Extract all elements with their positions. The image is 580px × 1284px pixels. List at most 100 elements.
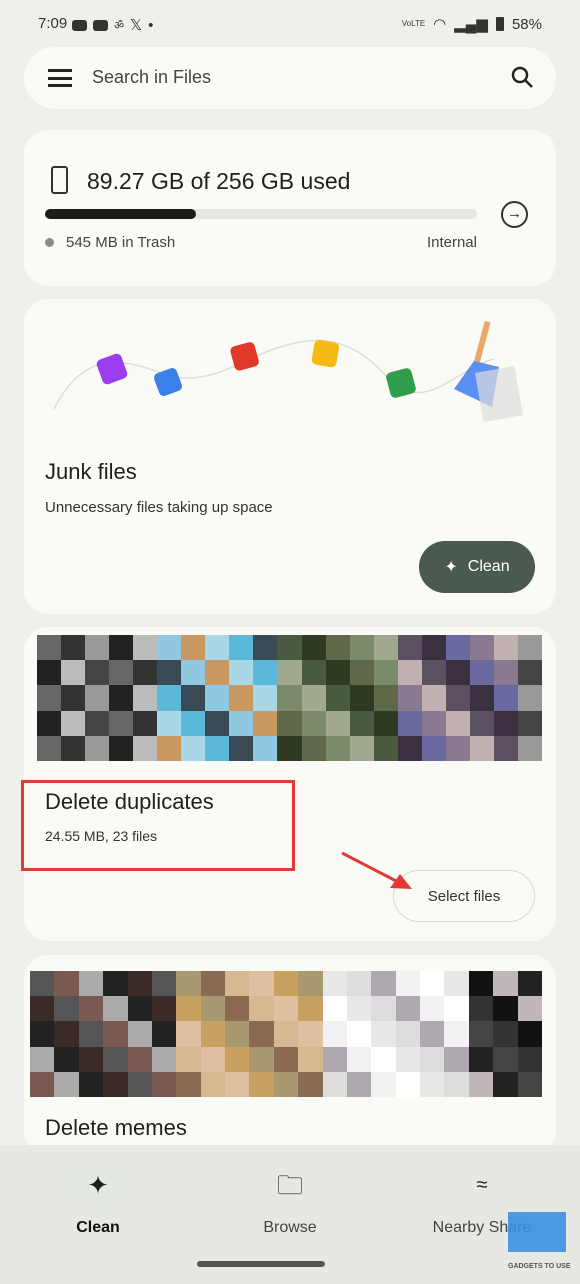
thumbnail-cell	[181, 710, 206, 736]
menu-icon[interactable]	[48, 69, 72, 87]
thumbnail-cell	[253, 685, 278, 711]
thumbnail-cell	[493, 1021, 518, 1047]
thumbnail-cell	[37, 735, 62, 761]
thumbnail-cell	[127, 1021, 152, 1047]
thumbnail-cell	[61, 735, 86, 761]
thumbnail-cell	[493, 660, 518, 686]
battery-percent: 58%	[511, 15, 542, 33]
thumbnail-cell	[78, 971, 104, 997]
thumbnail-cell	[325, 710, 350, 736]
arrow-right-icon[interactable]: →	[501, 201, 528, 228]
thumbnail-cell	[200, 971, 226, 997]
thumbnail-cell	[127, 971, 152, 997]
thumbnail-cell	[200, 1021, 226, 1047]
thumbnail-cell	[273, 1021, 299, 1047]
thumbnail-cell	[444, 1071, 469, 1097]
thumbnail-cell	[229, 635, 254, 661]
thumbnail-cell	[277, 660, 302, 686]
thumbnail-cell	[421, 660, 446, 686]
thumbnail-cell	[301, 735, 326, 761]
thumbnail-cell	[493, 996, 518, 1022]
thumbnail-cell	[468, 1071, 494, 1097]
thumbnail-cell	[346, 1071, 372, 1097]
thumbnail-cell	[37, 635, 62, 661]
thumbnail-cell	[325, 685, 350, 711]
thumbnail-cell	[103, 1021, 128, 1047]
clean-button-label: Clean	[467, 558, 510, 575]
thumbnail-cell	[517, 1021, 542, 1047]
thumbnail-cell	[445, 635, 470, 661]
storage-location: Internal	[426, 234, 477, 251]
thumbnail-cell	[273, 1071, 299, 1097]
thumbnail-cell	[229, 685, 254, 711]
thumbnail-cell	[61, 635, 86, 661]
thumbnail-cell	[253, 635, 278, 661]
thumbnail-cell	[301, 685, 326, 711]
thumbnail-cell	[229, 735, 254, 761]
thumbnail-cell	[181, 660, 206, 686]
thumbnail-cell	[151, 1021, 177, 1047]
thumbnail-cell	[109, 685, 134, 711]
thumbnail-cell	[445, 660, 470, 686]
thumbnail-cell	[517, 710, 542, 736]
thumbnail-cell	[273, 996, 299, 1022]
thumbnail-cell	[444, 996, 469, 1022]
meme-thumbnails[interactable]	[30, 971, 542, 1097]
thumbnail-cell	[493, 1046, 518, 1072]
search-input[interactable]: Search in Files	[92, 67, 211, 88]
thumbnail-cell	[157, 635, 182, 661]
thumbnail-cell	[373, 735, 398, 761]
thumbnail-cell	[397, 685, 422, 711]
thumbnail-cell	[395, 996, 421, 1022]
thumbnail-cell	[30, 1071, 55, 1097]
thumbnail-cell	[322, 996, 347, 1022]
delete-memes-card: Delete memes	[24, 955, 556, 1155]
thumbnail-cell	[301, 635, 326, 661]
thumbnail-cell	[249, 1071, 274, 1097]
thumbnail-cell	[349, 735, 374, 761]
thumbnail-cell	[37, 685, 62, 711]
thumbnail-cell	[420, 1071, 445, 1097]
thumbnail-cell	[229, 710, 254, 736]
thumbnail-cell	[151, 996, 177, 1022]
thumbnail-cell	[322, 1021, 347, 1047]
thumbnail-cell	[517, 685, 542, 711]
thumbnail-cell	[493, 710, 518, 736]
nav-label: Browse	[263, 1219, 317, 1236]
thumbnail-cell	[200, 1046, 226, 1072]
thumbnail-cell	[395, 1046, 421, 1072]
thumbnail-cell	[517, 660, 542, 686]
search-bar[interactable]: Search in Files	[24, 47, 556, 109]
thumbnail-cell	[493, 735, 518, 761]
thumbnail-cell	[493, 635, 518, 661]
thumbnail-cell	[54, 1071, 79, 1097]
thumbnail-cell	[277, 735, 302, 761]
thumbnail-cell	[421, 735, 446, 761]
storage-progress-fill	[45, 209, 196, 219]
thumbnail-cell	[229, 660, 254, 686]
thumbnail-cell	[249, 1021, 274, 1047]
storage-card[interactable]: 89.27 GB of 256 GB used 545 MB in Trash …	[24, 130, 556, 286]
thumbnail-cell	[420, 1021, 445, 1047]
thumbnail-cell	[298, 996, 323, 1022]
x-icon: 𝕏	[130, 17, 143, 34]
thumbnail-cell	[85, 710, 110, 736]
thumbnail-cell	[205, 735, 230, 761]
thumbnail-cell	[151, 1046, 177, 1072]
thumbnail-cell	[205, 710, 230, 736]
thumbnail-cell	[205, 635, 230, 661]
clean-button[interactable]: ✦ Clean	[419, 541, 535, 593]
thumbnail-cell	[127, 1071, 152, 1097]
signal-icon: ▂▄▆	[454, 16, 488, 33]
nav-clean[interactable]: ✦ Clean	[18, 1165, 178, 1237]
nav-browse[interactable]: 🗀 Browse	[210, 1165, 370, 1237]
notification-icons: ॐ 𝕏 •	[72, 16, 153, 34]
thumbnail-cell	[133, 660, 158, 686]
thumbnail-cell	[103, 996, 128, 1022]
thumbnail-cell	[253, 735, 278, 761]
thumbnail-cell	[397, 735, 422, 761]
search-icon[interactable]	[510, 65, 534, 89]
thumbnail-cell	[176, 1046, 201, 1072]
duplicate-thumbnails[interactable]	[37, 635, 542, 761]
status-time: 7:09	[38, 15, 68, 32]
